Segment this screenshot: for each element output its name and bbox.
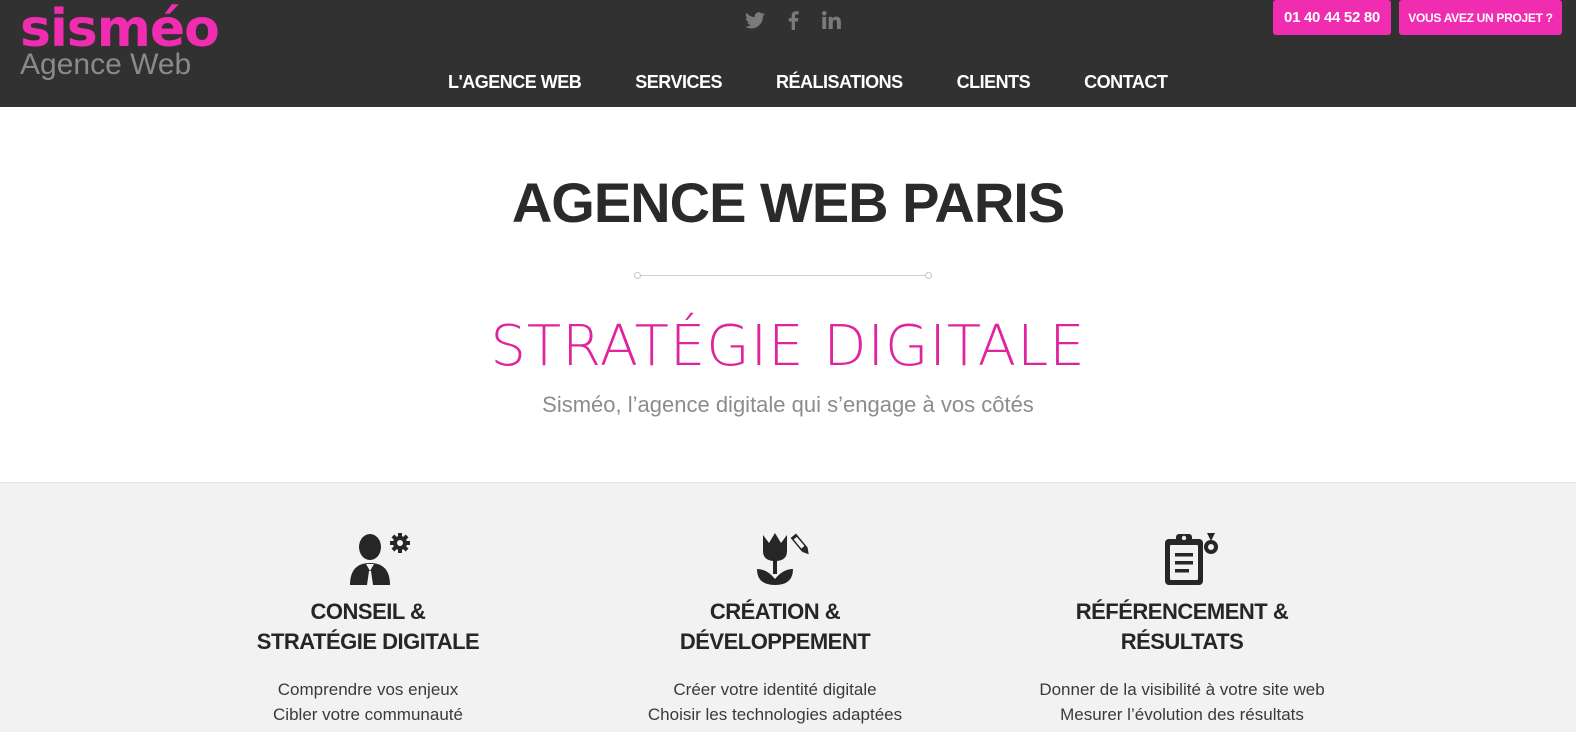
social-links: [745, 8, 841, 32]
service-description: Comprendre vos enjeux Cibler votre commu…: [188, 677, 548, 727]
consultant-gear-icon: [350, 533, 410, 585]
phone-button[interactable]: 01 40 44 52 80: [1273, 0, 1391, 35]
service-title-line1: CONSEIL &: [310, 599, 426, 624]
nav-item-clients[interactable]: CLIENTS: [957, 70, 1031, 94]
service-title-line1: CRÉATION &: [709, 599, 841, 624]
service-title-line1: RÉFÉRENCEMENT &: [1075, 599, 1289, 624]
service-title: CRÉATION & DÉVELOPPEMENT: [595, 597, 955, 657]
nav-item-agence-web[interactable]: L'AGENCE WEB: [448, 70, 582, 94]
service-title-line2: STRATÉGIE DIGITALE: [256, 629, 480, 654]
twitter-icon[interactable]: [745, 8, 765, 32]
service-title: RÉFÉRENCEMENT & RÉSULTATS: [1002, 597, 1362, 657]
logo-tagline: Agence Web: [20, 48, 192, 81]
main-nav: L'AGENCE WEB SERVICES RÉALISATIONS CLIEN…: [448, 70, 1168, 94]
facebook-icon[interactable]: [783, 8, 803, 32]
nav-item-services[interactable]: SERVICES: [635, 70, 722, 94]
service-desc-line1: Comprendre vos enjeux: [277, 680, 459, 699]
nav-item-contact[interactable]: CONTACT: [1084, 70, 1168, 94]
clipboard-medal-icon: [1165, 533, 1218, 585]
site-header: sisméo Agence Web L'AGENCE WEB SERVICES …: [0, 0, 1576, 107]
logo[interactable]: sisméo Agence Web: [20, 0, 220, 81]
page-title: AGENCE WEB PARIS: [511, 171, 1065, 234]
service-desc-line2: Mesurer l’évolution des résultats: [1060, 705, 1304, 724]
project-button[interactable]: VOUS AVEZ UN PROJET ?: [1399, 0, 1562, 35]
service-desc-line2: Choisir les technologies adaptées: [647, 705, 903, 724]
hero-tagline: Sisméo, l’agence digitale qui s’engage à…: [542, 392, 1034, 417]
tulip-pencil-icon: [757, 533, 809, 585]
service-description: Donner de la visibilité à votre site web…: [1002, 677, 1362, 727]
title-divider: [634, 271, 932, 281]
service-description: Créer votre identité digitale Choisir le…: [595, 677, 955, 727]
nav-item-realisations[interactable]: RÉALISATIONS: [776, 70, 903, 94]
services-section: CONSEIL & STRATÉGIE DIGITALE Comprendre …: [0, 482, 1576, 732]
service-desc-line1: Créer votre identité digitale: [673, 680, 877, 699]
service-title-line2: DÉVELOPPEMENT: [679, 629, 871, 654]
service-desc-line1: Donner de la visibilité à votre site web: [1039, 680, 1325, 699]
service-title-line2: RÉSULTATS: [1120, 629, 1244, 654]
linkedin-icon[interactable]: [821, 8, 841, 32]
service-desc-line2: Cibler votre communauté: [273, 705, 463, 724]
hero-subtitle: STRATÉGIE DIGITALE: [490, 314, 1086, 379]
service-title: CONSEIL & STRATÉGIE DIGITALE: [188, 597, 548, 657]
